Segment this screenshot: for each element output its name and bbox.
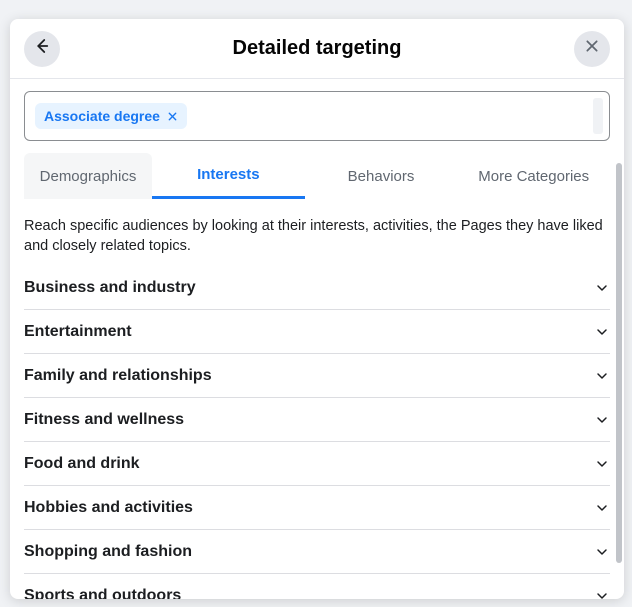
category-label: Entertainment bbox=[24, 323, 132, 341]
chevron-down-icon bbox=[594, 368, 610, 384]
close-button[interactable] bbox=[574, 31, 610, 67]
category-label: Sports and outdoors bbox=[24, 587, 181, 599]
category-label: Business and industry bbox=[24, 279, 196, 297]
category-row[interactable]: Shopping and fashion bbox=[24, 530, 610, 574]
category-row[interactable]: Entertainment bbox=[24, 310, 610, 354]
chevron-down-icon bbox=[594, 412, 610, 428]
modal-body: Associate degree Demographics Interests … bbox=[10, 79, 624, 599]
chevron-down-icon bbox=[594, 588, 610, 599]
tab-description: Reach specific audiences by looking at t… bbox=[24, 217, 610, 256]
chevron-down-icon bbox=[594, 456, 610, 472]
selected-terms-input[interactable]: Associate degree bbox=[24, 91, 610, 141]
category-label: Fitness and wellness bbox=[24, 411, 184, 429]
term-chip: Associate degree bbox=[35, 103, 187, 129]
chevron-down-icon bbox=[594, 500, 610, 516]
modal-header: Detailed targeting bbox=[10, 19, 624, 79]
tab-interests[interactable]: Interests bbox=[152, 153, 305, 199]
back-button[interactable] bbox=[24, 31, 60, 67]
close-icon bbox=[167, 111, 178, 122]
detailed-targeting-modal: Detailed targeting Associate degree Demo… bbox=[10, 19, 624, 599]
tab-behaviors[interactable]: Behaviors bbox=[305, 153, 458, 199]
close-icon bbox=[584, 38, 600, 59]
chevron-down-icon bbox=[594, 544, 610, 560]
arrow-left-icon bbox=[33, 37, 51, 60]
term-chip-label: Associate degree bbox=[44, 108, 160, 124]
tab-more-categories[interactable]: More Categories bbox=[457, 153, 610, 199]
category-label: Shopping and fashion bbox=[24, 543, 192, 561]
category-row[interactable]: Fitness and wellness bbox=[24, 398, 610, 442]
scrollbar[interactable] bbox=[616, 163, 622, 563]
category-row[interactable]: Hobbies and activities bbox=[24, 486, 610, 530]
chevron-down-icon bbox=[594, 324, 610, 340]
category-row[interactable]: Family and relationships bbox=[24, 354, 610, 398]
chevron-down-icon bbox=[594, 280, 610, 296]
category-list: Business and industry Entertainment Fami… bbox=[24, 266, 610, 599]
category-row[interactable]: Business and industry bbox=[24, 266, 610, 310]
category-label: Hobbies and activities bbox=[24, 499, 193, 517]
category-label: Family and relationships bbox=[24, 367, 212, 385]
category-label: Food and drink bbox=[24, 455, 140, 473]
tab-demographics[interactable]: Demographics bbox=[24, 153, 152, 199]
category-row[interactable]: Sports and outdoors bbox=[24, 574, 610, 599]
remove-chip-button[interactable] bbox=[167, 111, 178, 122]
category-row[interactable]: Food and drink bbox=[24, 442, 610, 486]
modal-title: Detailed targeting bbox=[10, 37, 624, 60]
tab-bar: Demographics Interests Behaviors More Ca… bbox=[24, 153, 610, 199]
